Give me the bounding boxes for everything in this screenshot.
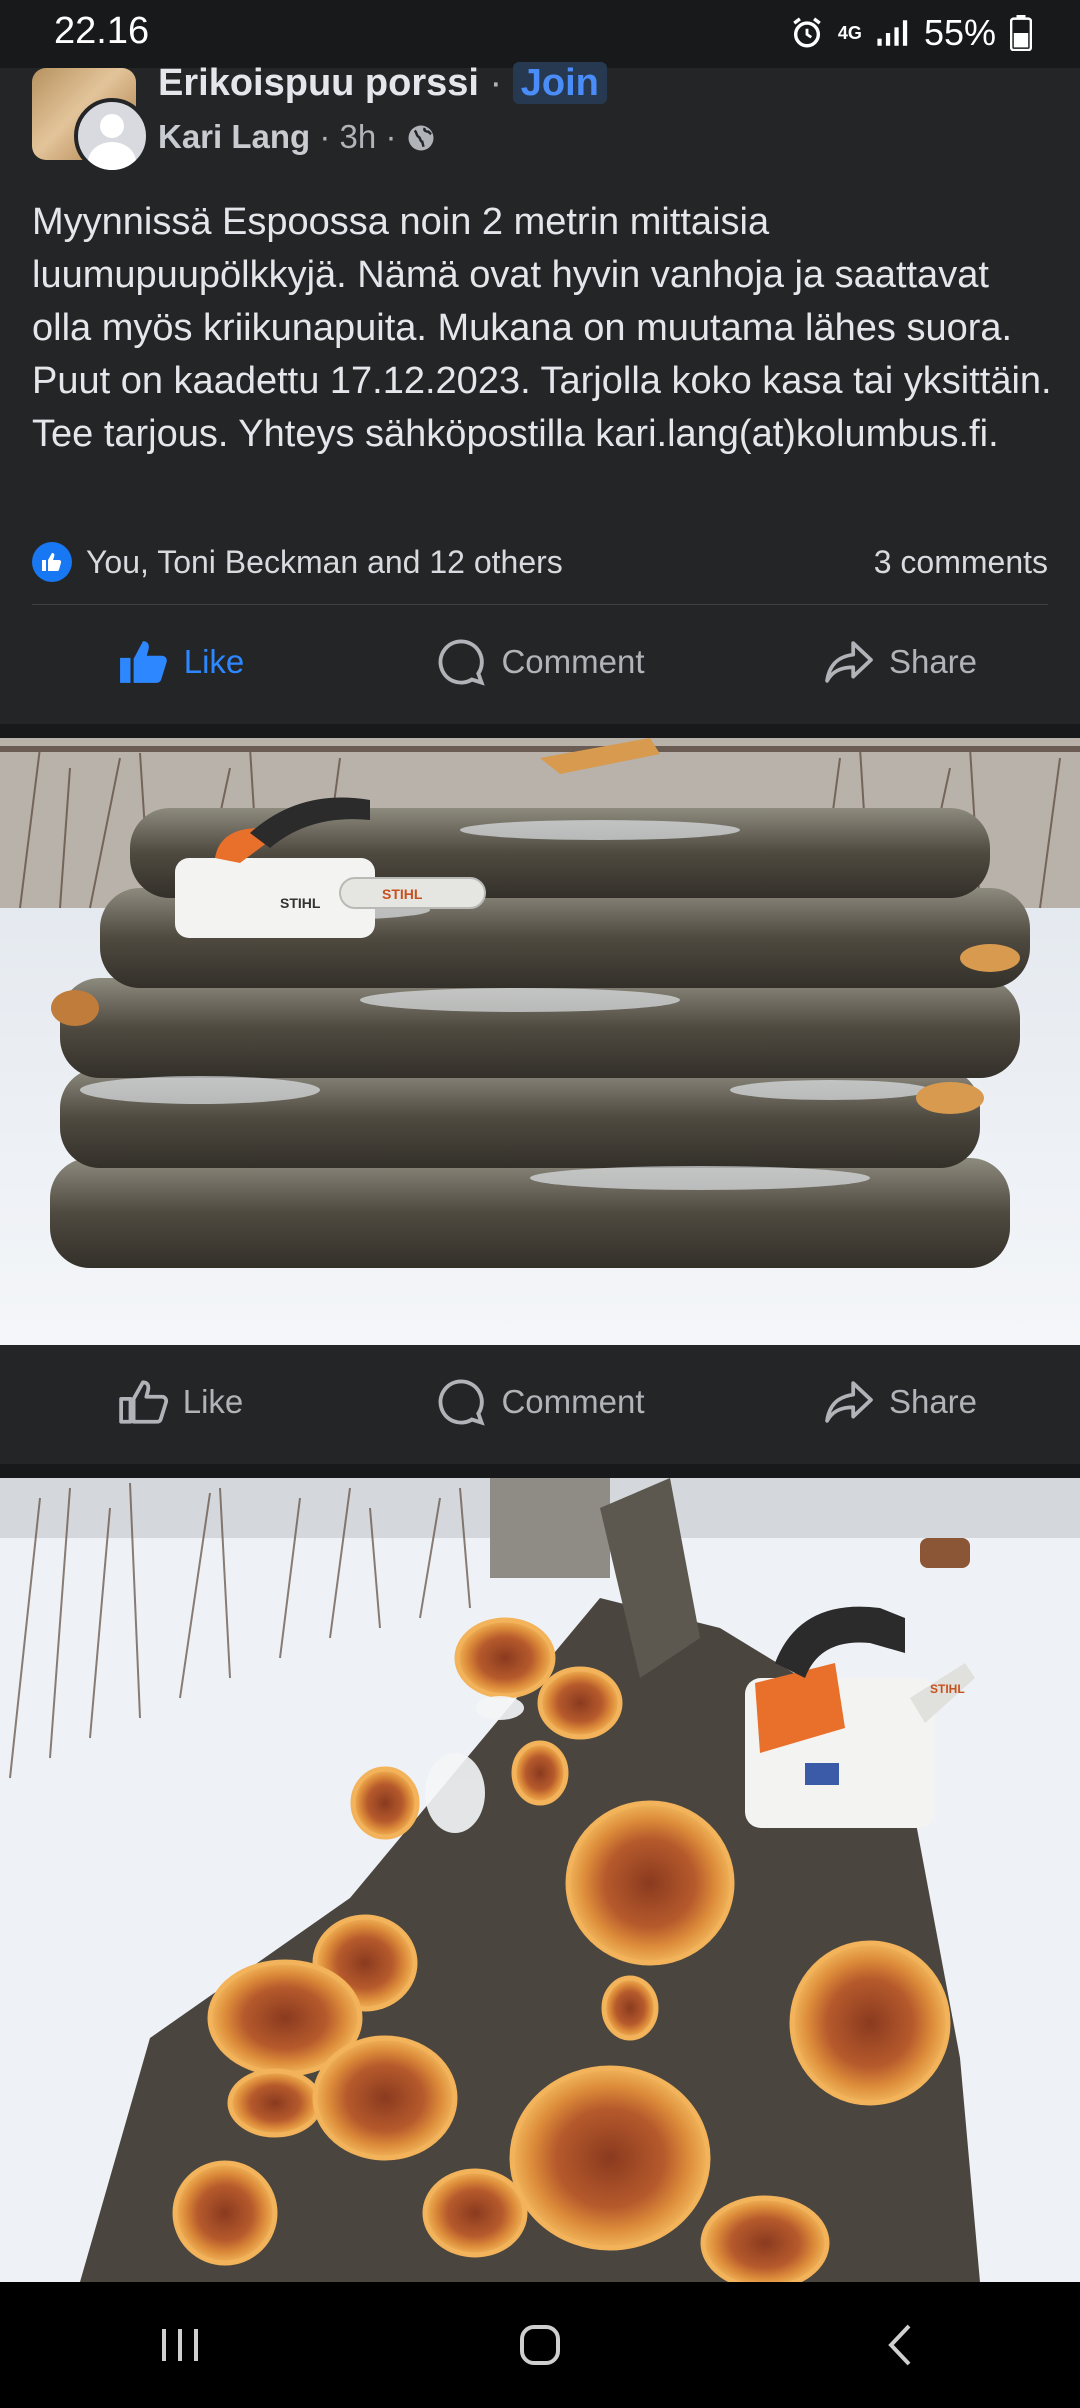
globe-icon: [408, 125, 434, 151]
status-bar: 22.16 4G 55%: [0, 0, 1080, 68]
post-header: Erikoispuu porssi · Join Kari Lang · 3h …: [0, 62, 1080, 174]
like-reaction-icon: [32, 542, 72, 582]
group-name[interactable]: Erikoispuu porssi: [158, 62, 479, 104]
share-button[interactable]: Share: [720, 607, 1080, 717]
group-name-line: Erikoispuu porssi · Join: [158, 62, 607, 105]
photo-action-bar: Like Comment Share: [0, 1347, 1080, 1457]
thumbs-up-icon: [119, 641, 167, 683]
join-button[interactable]: Join: [512, 62, 607, 104]
photo-like-button[interactable]: Like: [0, 1347, 360, 1457]
svg-text:STIHL: STIHL: [382, 886, 423, 902]
reactions-summary[interactable]: You, Toni Beckman and 12 others: [86, 544, 563, 581]
author-name[interactable]: Kari Lang: [158, 118, 310, 155]
back-button[interactable]: [840, 2305, 960, 2385]
svg-text:STIHL: STIHL: [930, 1682, 965, 1696]
post-text: Myynnissä Espoossa noin 2 metrin mittais…: [32, 201, 1052, 455]
author-line: Kari Lang · 3h ·: [158, 118, 436, 156]
recents-icon: [162, 2329, 198, 2361]
alarm-icon: [793, 17, 821, 48]
reactions-row: You, Toni Beckman and 12 others 3 commen…: [32, 538, 1048, 586]
share-icon: [825, 1381, 873, 1423]
like-button[interactable]: Like: [0, 607, 360, 717]
post-action-bar: Like Comment Share: [0, 607, 1080, 717]
system-nav-bar: [0, 2282, 1080, 2408]
signal-icon: [877, 20, 908, 46]
battery-icon: [1010, 15, 1032, 51]
status-time: 22.16: [54, 10, 150, 52]
photo-share-button[interactable]: Share: [720, 1347, 1080, 1457]
log-pile-photo: STIHL STIHL: [0, 738, 1080, 1345]
home-button[interactable]: [480, 2305, 600, 2385]
author-avatar[interactable]: [74, 98, 150, 174]
section-separator: [0, 1464, 1080, 1478]
status-icons: 4G 55%: [790, 12, 1032, 54]
thumbs-up-outline-icon: [118, 1380, 168, 1424]
photo-comment-button[interactable]: Comment: [360, 1347, 720, 1457]
share-icon: [825, 641, 873, 683]
back-icon: [888, 2324, 911, 2366]
svg-text:STIHL: STIHL: [280, 895, 321, 911]
post-photo-2[interactable]: STIHL: [0, 1478, 1080, 2282]
comment-button[interactable]: Comment: [360, 607, 720, 717]
log-ends-photo: STIHL: [0, 1478, 1080, 2282]
post-time[interactable]: 3h: [340, 118, 377, 155]
post-photo-1[interactable]: STIHL STIHL: [0, 738, 1080, 1345]
network-type: 4G: [837, 22, 862, 43]
home-icon: [520, 2325, 560, 2365]
comment-icon: [439, 639, 486, 686]
comment-icon: [439, 1379, 486, 1426]
comments-count[interactable]: 3 comments: [874, 544, 1048, 581]
recents-button[interactable]: [120, 2305, 240, 2385]
divider: [32, 604, 1048, 605]
battery-percent: 55%: [923, 12, 996, 53]
section-separator: [0, 724, 1080, 738]
